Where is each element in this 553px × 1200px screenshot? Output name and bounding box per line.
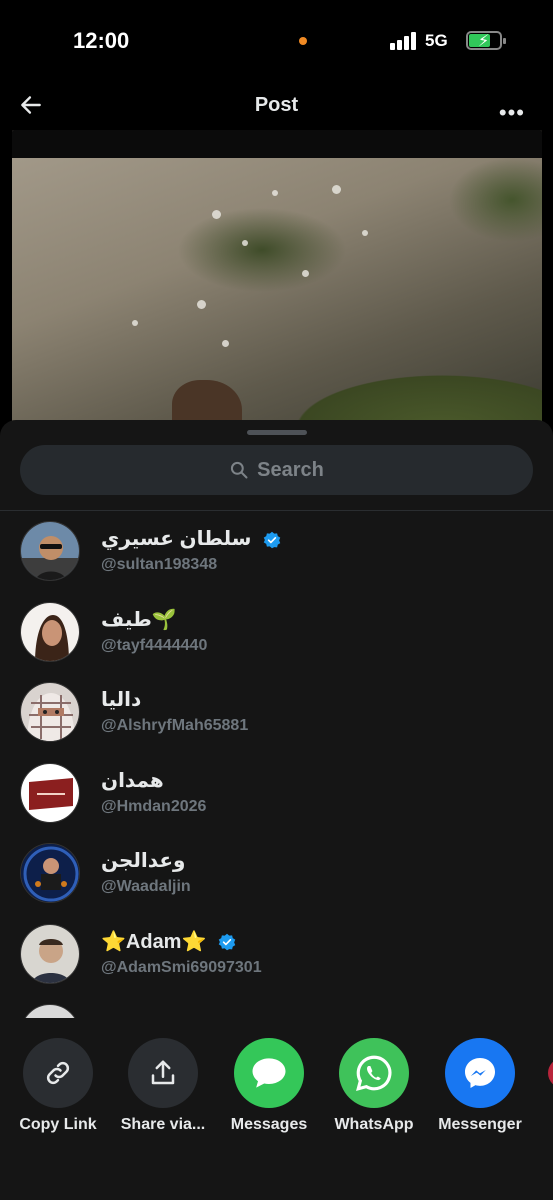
contact-row[interactable]: همدان @Hmdan2026 (0, 760, 553, 841)
avatar (20, 843, 80, 903)
whatsapp-icon (356, 1055, 392, 1091)
messages-label: Messages (230, 1116, 308, 1133)
avatar (20, 521, 80, 581)
search-label: Search (257, 458, 324, 481)
share-via-button[interactable]: Share via... (113, 1038, 213, 1148)
copy-link-label: Copy Link (19, 1116, 97, 1133)
messenger-button[interactable]: Messenger (430, 1038, 530, 1148)
search-icon (231, 461, 248, 479)
contact-handle: @Waadaljin (101, 878, 191, 895)
battery-charging-icon: ⚡ (466, 31, 506, 50)
contact-handle: @Hmdan2026 (101, 797, 207, 815)
contact-handle: @AdamSmi69097301 (101, 958, 262, 976)
share-via-label: Share via... (120, 1116, 206, 1133)
avatar (20, 682, 80, 742)
contact-name: وعدالجن (101, 850, 186, 872)
privacy-indicator-dot (299, 37, 307, 45)
contact-row[interactable]: سلطان عسيري @sultan198348 (0, 518, 553, 599)
contact-list[interactable]: سلطان عسيري @sultan198348 طيف🌱 @tayf4444… (0, 518, 553, 1018)
contact-name: طيف🌱 (101, 608, 177, 631)
post-header: Post ••• (0, 82, 553, 130)
search-field[interactable]: Search (20, 445, 533, 495)
verified-badge-icon (218, 933, 236, 951)
messenger-icon (465, 1058, 495, 1088)
page-title: Post (254, 94, 299, 116)
contact-handle: @sultan198348 (101, 556, 218, 573)
contact-row[interactable]: وعدالجن @Waadaljin (0, 840, 553, 921)
whatsapp-button[interactable]: WhatsApp (324, 1038, 424, 1148)
messages-icon (252, 1058, 286, 1088)
contact-name: همدان (101, 769, 164, 792)
avatar (20, 601, 80, 662)
share-actions: Copy Link Share via... Messages WhatsApp… (0, 1038, 553, 1158)
contact-name: ⭐Adam⭐ (101, 929, 236, 954)
copy-link-button[interactable]: Copy Link (8, 1038, 108, 1148)
contact-name: داليا (101, 689, 142, 711)
verified-badge-icon (263, 531, 281, 548)
share-upload-icon (151, 1060, 175, 1085)
contact-handle: @tayf4444440 (101, 636, 208, 654)
status-time: 12:00 (73, 28, 130, 53)
messenger-label: Messenger (438, 1116, 522, 1133)
contact-row[interactable]: طيف🌱 @tayf4444440 (0, 599, 553, 680)
cellular-signal-icon (390, 32, 416, 50)
contact-row[interactable]: داليا @AlshryfMah65881 (0, 679, 553, 760)
post-image[interactable] (12, 130, 542, 430)
avatar (20, 1004, 80, 1018)
avatar (20, 923, 80, 984)
status-bar: 12:00 5G ⚡ (0, 0, 553, 80)
divider (0, 510, 553, 511)
network-type: 5G (425, 31, 448, 50)
link-icon (46, 1061, 70, 1085)
avatar (20, 762, 80, 823)
contact-row[interactable] (0, 1001, 553, 1018)
contact-name: سلطان عسيري (101, 526, 281, 551)
more-options-icon[interactable]: ••• (499, 100, 525, 126)
contact-handle: @AlshryfMah65881 (101, 717, 249, 734)
whatsapp-label: WhatsApp (334, 1116, 414, 1133)
sheet-drag-handle[interactable] (247, 430, 307, 435)
more-apps-peek-icon[interactable] (548, 1058, 553, 1088)
share-sheet: Search سلطان عسيري @sultan198348 طيف🌱 @t… (0, 420, 553, 1200)
messages-button[interactable]: Messages (219, 1038, 319, 1148)
contact-row[interactable]: ⭐Adam⭐ @AdamSmi69097301 (0, 921, 553, 1002)
